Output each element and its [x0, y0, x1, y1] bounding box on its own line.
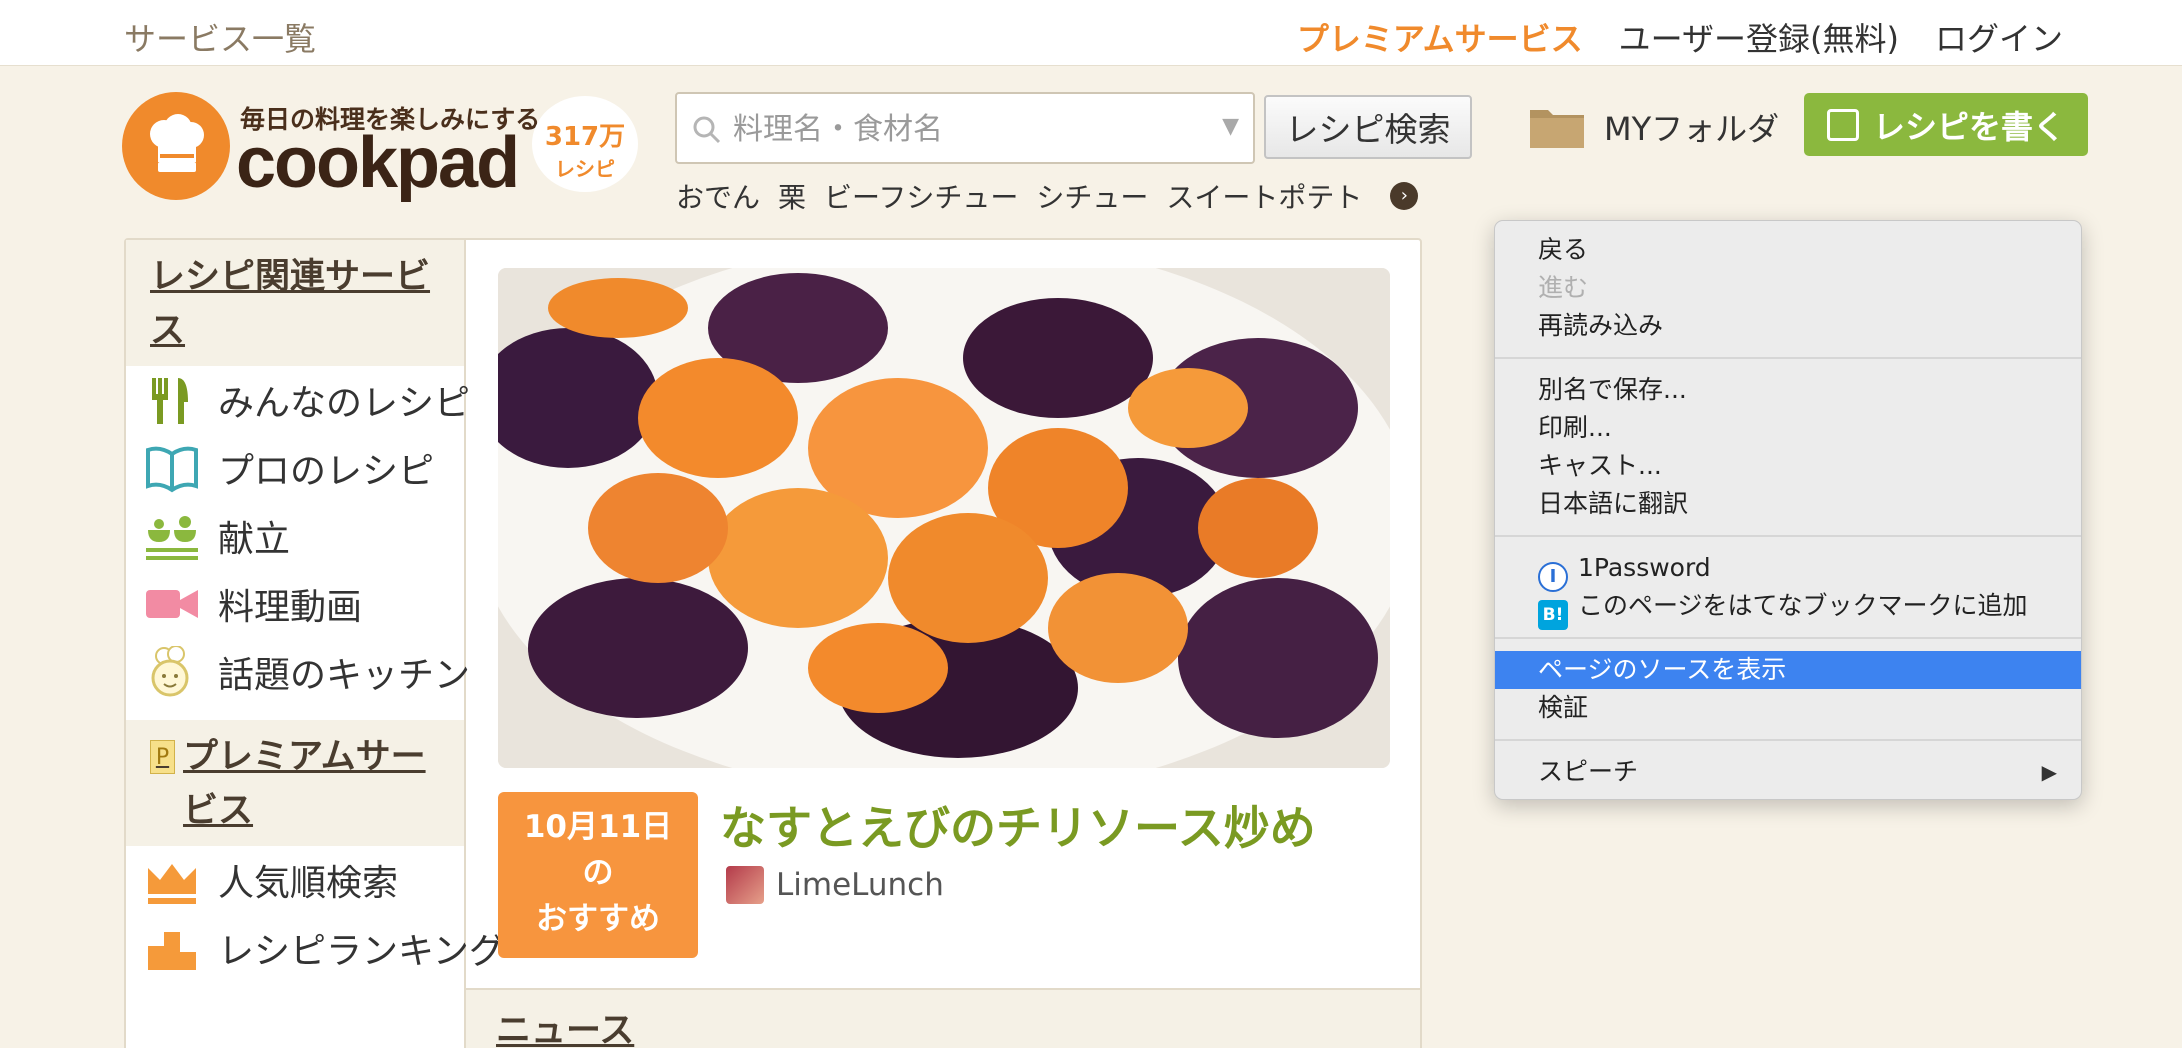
menu-item-inspect[interactable]: 検証: [1495, 689, 2081, 727]
menu-item-hatena-bookmark[interactable]: B! このページをはてなブックマークに追加: [1495, 587, 2081, 630]
menu-item-print[interactable]: 印刷...: [1495, 409, 2081, 447]
menu-item-speech[interactable]: スピーチ ▶: [1495, 753, 2081, 791]
menu-item-1password[interactable]: I 1Password: [1495, 549, 2081, 592]
date-text: 10月11日: [523, 809, 673, 845]
menu-separator: [1495, 357, 2081, 359]
podium-icon: [148, 932, 196, 970]
book-icon: [146, 446, 198, 493]
keyword-link[interactable]: 栗: [778, 176, 806, 216]
sidebar-item-label: みんなのレシピ: [218, 383, 471, 424]
sidebar-item-everyone-recipes[interactable]: みんなのレシピ: [126, 366, 470, 434]
recipe-author[interactable]: LimeLunch: [726, 866, 944, 904]
menu-separator: [1495, 637, 2081, 639]
folder-icon: [1530, 110, 1584, 148]
recipe-services-heading[interactable]: レシピ関連サービス: [126, 240, 464, 366]
news-heading[interactable]: ニュース: [496, 1002, 634, 1048]
sidebar-item-cooking-video[interactable]: 料理動画: [126, 570, 464, 638]
sidebar: レシピ関連サービス みんなのレシピ プロのレシピ 献立 料理動画 話題のキッチン…: [126, 240, 505, 1048]
my-folder-link[interactable]: MYフォルダ: [1528, 104, 1779, 150]
recipe-search-button[interactable]: レシピ検索: [1264, 95, 1472, 159]
premium-service-link[interactable]: プレミアムサービス: [1297, 14, 1583, 60]
menu-separator: [1495, 739, 2081, 741]
search-input[interactable]: [733, 106, 1213, 152]
date-label: おすすめ: [536, 901, 660, 937]
my-folder-label: MYフォルダ: [1604, 110, 1780, 148]
menu-item-label: スピーチ: [1538, 757, 1639, 786]
author-name: LimeLunch: [776, 867, 944, 903]
hot-keywords: おでん 栗 ビーフシチュー シチュー スイートポテト ›: [676, 176, 1419, 216]
chef-face-icon: [151, 646, 189, 697]
sidebar-item-popularity-search[interactable]: 人気順検索: [126, 846, 464, 914]
sidebar-item-label: 話題のキッチン: [218, 655, 471, 696]
menu-item-reload[interactable]: 再読み込み: [1495, 307, 2081, 345]
cookpad-logo-text[interactable]: cookpad: [236, 122, 520, 204]
search-box: ▼: [675, 92, 1255, 164]
featured-recipe-title[interactable]: なすとえびのチリソース炒め: [720, 792, 1316, 858]
news-section-header: ニュース: [466, 988, 1420, 1048]
fork-knife-icon: [152, 378, 188, 424]
menu-item-cast[interactable]: キャスト...: [1495, 447, 2081, 485]
sidebar-item-trending-kitchen[interactable]: 話題のキッチン: [126, 638, 470, 706]
date-suffix: の: [582, 855, 614, 891]
search-icon: [693, 116, 721, 144]
sidebar-item-label: 人気順検索: [218, 863, 399, 904]
context-menu: 戻る 進む 再読み込み 別名で保存... 印刷... キャスト... 日本語に翻…: [1494, 220, 2082, 800]
sidebar-item-label: 献立: [218, 519, 291, 560]
submenu-arrow-icon: ▶: [2041, 760, 2057, 784]
menu-item-label: 1Password: [1578, 553, 1711, 582]
menu-item-translate[interactable]: 日本語に翻訳: [1495, 485, 2081, 523]
keyword-link[interactable]: シチュー: [1036, 176, 1148, 216]
author-avatar: [726, 866, 764, 904]
services-list-link[interactable]: サービス一覧: [124, 14, 316, 60]
menu-item-label: このページをはてなブックマークに追加: [1578, 591, 2028, 620]
pencil-icon: [1826, 108, 1859, 141]
register-link[interactable]: ユーザー登録(無料): [1619, 14, 1899, 60]
sidebar-item-label: プロのレシピ: [218, 451, 435, 492]
write-recipe-label: レシピを書く: [1872, 107, 2065, 146]
recipe-count: 317万: [544, 122, 626, 152]
premium-services-title: プレミアムサービス: [183, 737, 426, 831]
keyword-link[interactable]: おでん: [676, 176, 760, 216]
menu-separator: [1495, 535, 2081, 537]
chef-hat-icon: [150, 114, 204, 172]
featured-recipe-image[interactable]: [498, 268, 1390, 768]
sidebar-item-label: 料理動画: [218, 587, 363, 628]
recipe-count-bubble: 317万 レシピ: [532, 96, 638, 192]
menu-item-view-source[interactable]: ページのソースを表示: [1495, 651, 2081, 689]
recipe-count-unit: レシピ: [555, 157, 615, 181]
sidebar-item-pro-recipes[interactable]: プロのレシピ: [126, 434, 464, 502]
premium-services-heading[interactable]: P プレミアムサービス: [126, 720, 464, 846]
keyword-link[interactable]: スイートポテト: [1166, 176, 1362, 216]
sidebar-item-recipe-ranking[interactable]: レシピランキング: [126, 914, 505, 982]
hatena-bookmark-icon: B!: [1538, 600, 1568, 630]
top-nav: プレミアムサービス ユーザー登録(無料) ログイン: [1297, 14, 2063, 60]
dropdown-caret-icon[interactable]: ▼: [1222, 114, 1239, 139]
date-badge: 10月11日 の おすすめ: [498, 792, 698, 958]
sidebar-item-menu[interactable]: 献立: [126, 502, 464, 570]
sidebar-item-label: レシピランキング: [218, 931, 505, 972]
content-panel: レシピ関連サービス みんなのレシピ プロのレシピ 献立 料理動画 話題のキッチン…: [124, 238, 1422, 1048]
menu-bowl-icon: [146, 516, 198, 560]
more-keywords-icon[interactable]: ›: [1390, 182, 1419, 210]
menu-item-back[interactable]: 戻る: [1495, 231, 2081, 269]
write-recipe-button[interactable]: レシピを書く: [1804, 93, 2088, 156]
video-camera-icon: [146, 590, 198, 618]
menu-item-save-as[interactable]: 別名で保存...: [1495, 371, 2081, 409]
crown-icon: [148, 864, 196, 904]
keyword-link[interactable]: ビーフシチュー: [824, 176, 1018, 216]
login-link[interactable]: ログイン: [1935, 14, 2063, 60]
premium-badge-icon: P: [150, 740, 176, 774]
top-bar: サービス一覧 プレミアムサービス ユーザー登録(無料) ログイン: [0, 0, 2182, 66]
menu-item-forward[interactable]: 進む: [1495, 269, 2081, 307]
